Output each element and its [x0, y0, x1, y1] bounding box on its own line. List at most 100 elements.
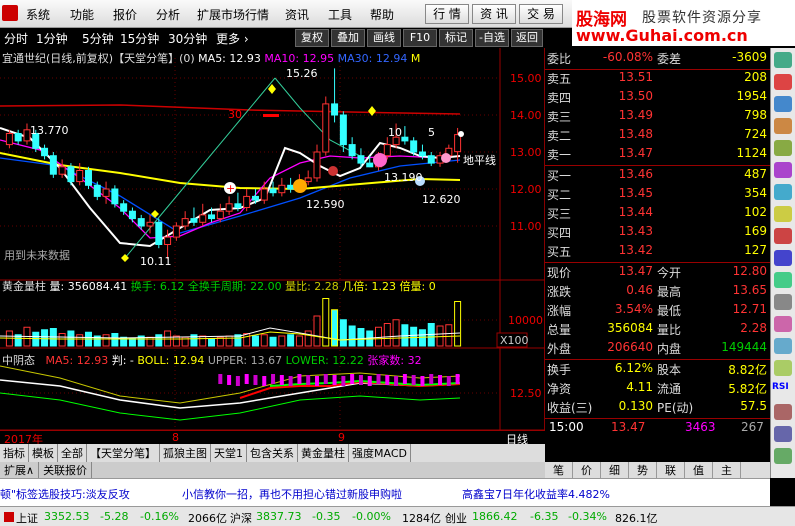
index-name[interactable]: 上证 [16, 510, 38, 526]
row-label: 买五 [547, 245, 572, 259]
news-item[interactable]: 顿"标签选股技巧:淡友反攻 [0, 486, 130, 502]
menu-analysis[interactable]: 分析 [156, 6, 180, 23]
period-fenshi[interactable]: 分时 [4, 30, 28, 47]
candle-body [304, 177, 312, 183]
overlay-button[interactable]: 叠加 [331, 29, 365, 47]
row-value: 356084 [607, 321, 653, 335]
kline-svg[interactable]: + 13.770 15.26 10.11 12.590 13.190 12.62… [0, 48, 545, 430]
volume-indicator-name[interactable]: 黄金量柱 [2, 280, 46, 293]
sidebar-list-icon[interactable] [774, 250, 792, 266]
tab-gulang[interactable]: 孤狼主图 [160, 444, 211, 462]
sidebar-depth-icon[interactable] [774, 162, 792, 178]
sidebar-vol-icon[interactable] [774, 360, 792, 376]
sidebar-grid-icon[interactable] [774, 184, 792, 200]
draw-line-button[interactable]: 画线 [367, 29, 401, 47]
divider [545, 262, 770, 263]
period-30min[interactable]: 30分钟 [168, 30, 207, 47]
quote-tab[interactable]: 笔 [545, 462, 573, 478]
tick-count: 267 [741, 420, 764, 434]
indicator-bar [411, 375, 416, 385]
row-value: 0.46 [626, 283, 653, 297]
quote-tab[interactable]: 价 [573, 462, 601, 478]
trade-button[interactable]: 交 易 [519, 4, 563, 24]
high-price-label: 15.26 [286, 67, 318, 80]
row-value: 4.11 [626, 380, 653, 394]
fuquan-button[interactable]: 复权 [295, 29, 329, 47]
remove-watchlist-button[interactable]: -自选 [475, 29, 509, 47]
tab-template[interactable]: 模板 [29, 444, 58, 462]
row-label: 买一 [547, 169, 572, 183]
row-value: 206640 [607, 340, 653, 354]
sidebar-kline-icon[interactable] [774, 74, 792, 90]
divider [545, 418, 770, 419]
tab-extend[interactable]: 扩展∧ [0, 462, 40, 478]
status-icon [4, 512, 14, 522]
tab-related-quote[interactable]: 关联报价 [39, 462, 93, 478]
menu-help[interactable]: 帮助 [370, 6, 394, 23]
menu-extended-market[interactable]: 扩展市场行情 [197, 6, 269, 23]
tab-indicator[interactable]: 指标 [0, 444, 29, 462]
sidebar-boll-icon[interactable] [774, 404, 792, 420]
sidebar-news-icon[interactable] [774, 228, 792, 244]
row-value: 5.82亿 [728, 382, 767, 396]
row-label: 净资 [547, 382, 572, 396]
tab-strength-macd[interactable]: 强度MACD [349, 444, 411, 462]
sidebar-wr-icon[interactable] [774, 338, 792, 354]
volume-bar [454, 301, 462, 347]
menu-system[interactable]: 系统 [26, 6, 50, 23]
news-item[interactable]: 高鑫宝7日年化收益率4.482% [462, 486, 610, 502]
sidebar-obv-icon[interactable] [774, 448, 792, 464]
candle-body [120, 203, 128, 212]
sidebar-rsi-icon[interactable]: RSI [772, 382, 794, 392]
indicator-bar [420, 376, 425, 386]
back-button[interactable]: 返回 [511, 29, 543, 47]
candle-body [287, 184, 295, 190]
tab-golden-volume[interactable]: 黄金量柱 [298, 444, 349, 462]
index-name[interactable]: 沪深 [230, 510, 252, 526]
sidebar-f10-icon[interactable] [774, 206, 792, 222]
menu-function[interactable]: 功能 [70, 6, 94, 23]
candle-body [383, 144, 391, 157]
sidebar-tick-icon[interactable] [774, 140, 792, 156]
sidebar-sar-icon[interactable] [774, 426, 792, 442]
quote-tab[interactable]: 联 [657, 462, 685, 478]
news-item[interactable]: 小信教你一招，再也不用担心错过新股申购啦 [182, 486, 402, 502]
row-value: 0.130 [618, 399, 653, 413]
sidebar-bar-icon[interactable] [774, 118, 792, 134]
menu-info[interactable]: 资讯 [285, 6, 309, 23]
period-1min[interactable]: 1分钟 [36, 30, 68, 47]
f10-button[interactable]: F10 [403, 29, 437, 47]
period-more[interactable]: 更多 › [216, 30, 249, 47]
sidebar-chart-icon[interactable] [774, 52, 792, 68]
tab-baohan[interactable]: 包含关系 [247, 444, 298, 462]
brand-banner[interactable]: 股海网 股票软件资源分享 www.Guhai.com.cn [572, 0, 795, 46]
sidebar-kdj-icon[interactable] [774, 316, 792, 332]
menu-tools[interactable]: 工具 [328, 6, 352, 23]
row-label: 买四 [547, 226, 572, 240]
tab-all[interactable]: 全部 [58, 444, 87, 462]
quote-tab[interactable]: 细 [601, 462, 629, 478]
info-button[interactable]: 资 讯 [472, 4, 516, 24]
indicator-name[interactable]: 中阴态 [2, 354, 35, 367]
sidebar-rank-icon[interactable] [774, 272, 792, 288]
index-name[interactable]: 创业 [445, 510, 467, 526]
candle-body [181, 218, 189, 227]
volume-bar [348, 325, 356, 347]
mark-button[interactable]: 标记 [439, 29, 473, 47]
period-15min[interactable]: 15分钟 [120, 30, 159, 47]
period-5min[interactable]: 5分钟 [82, 30, 114, 47]
market-button[interactable]: 行 情 [425, 4, 469, 24]
tab-tiantang[interactable]: 【天堂分笔】 [87, 444, 160, 462]
menu-quote[interactable]: 报价 [113, 6, 137, 23]
row-value: 724 [744, 127, 767, 141]
quote-tab[interactable]: 势 [629, 462, 657, 478]
quote-tab[interactable]: 主 [713, 462, 741, 478]
candlesticks[interactable] [5, 68, 462, 259]
kline-chart-area[interactable]: + 13.770 15.26 10.11 12.590 13.190 12.62… [0, 48, 545, 446]
main-title[interactable]: 宜通世纪(日线,前复权)【天堂分笔】(0) [2, 52, 195, 65]
tab-tiantang1[interactable]: 天堂1 [211, 444, 247, 462]
right-sidebar: RSI [770, 48, 795, 478]
sidebar-trend-icon[interactable] [774, 96, 792, 112]
sidebar-macd-icon[interactable] [774, 294, 792, 310]
quote-tab[interactable]: 值 [685, 462, 713, 478]
